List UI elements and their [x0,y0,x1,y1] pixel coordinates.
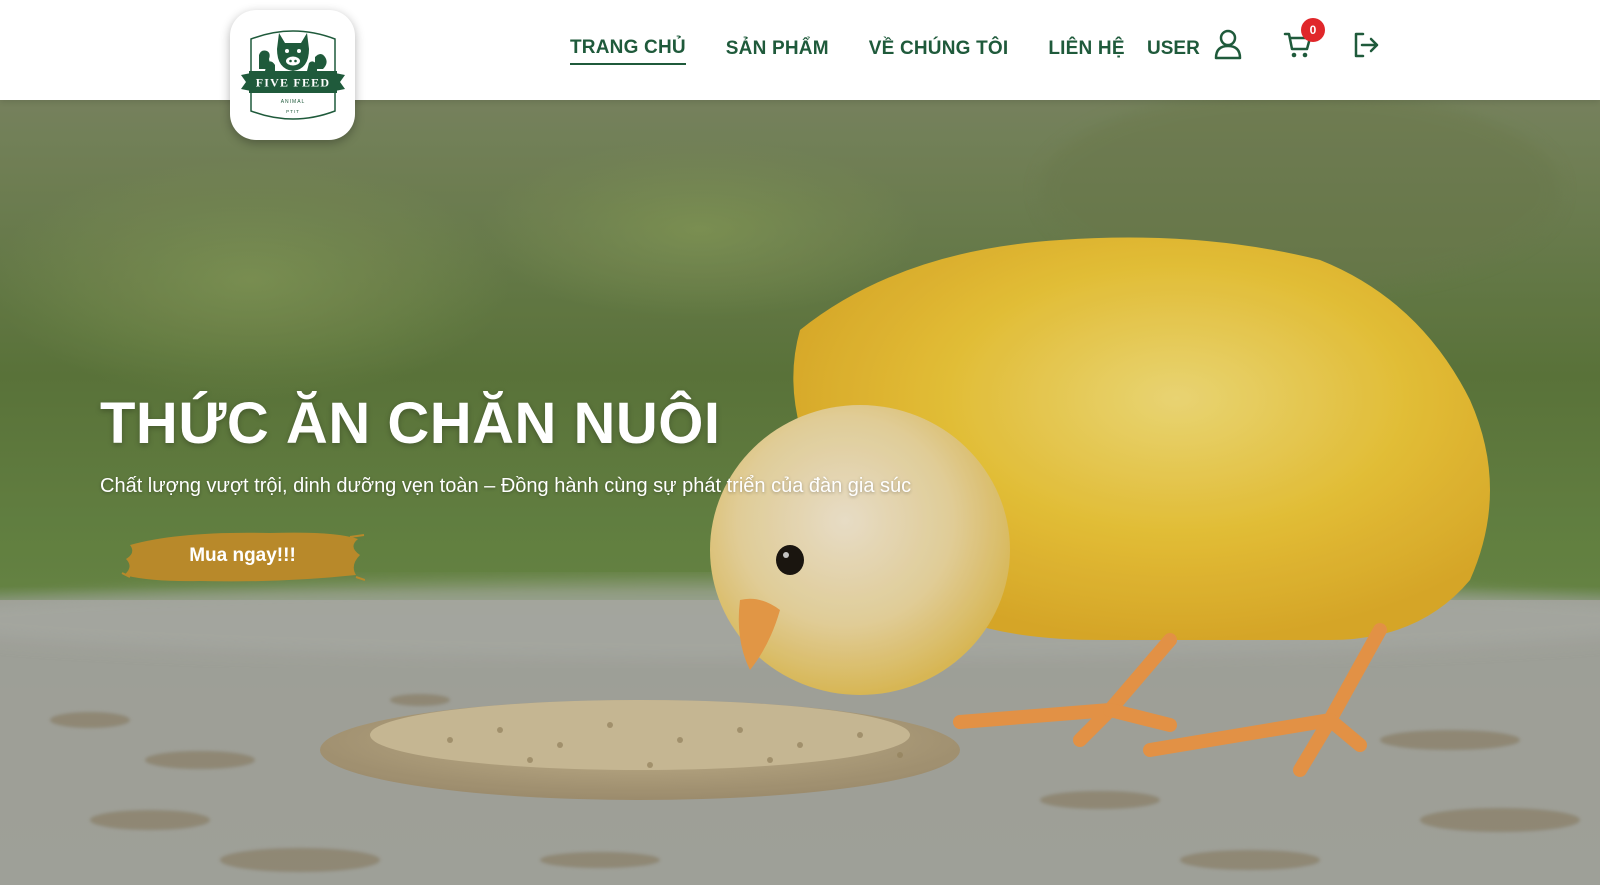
nav-item-home[interactable]: TRANG CHỦ [570,37,686,65]
brand-logo[interactable]: FIVE FEED ANIMAL PTIT [230,10,355,140]
logo-tag: PTIT [286,109,300,114]
logo-text: FIVE FEED [255,76,329,90]
nav-item-about[interactable]: VỀ CHÚNG TÔI [869,38,1009,64]
cart-count-badge: 0 [1301,18,1325,42]
hero-subtitle: Chất lượng vượt trội, dinh dưỡng vẹn toà… [100,475,912,497]
hero-banner: THỨC ĂN CHĂN NUÔI Chất lượng vượt trội, … [0,100,1600,885]
five-feed-logo-icon: FIVE FEED ANIMAL PTIT [240,30,345,120]
user-label[interactable]: USER [1147,38,1200,60]
buy-now-label: Mua ngay!!! [189,545,296,566]
main-nav: TRANG CHỦ SẢN PHẨM VỀ CHÚNG TÔI LIÊN HỆ [570,36,1165,66]
nav-item-products[interactable]: SẢN PHẨM [726,38,829,64]
buy-now-button[interactable]: Mua ngay!!! [120,525,366,587]
nav-item-contact[interactable]: LIÊN HỆ [1048,38,1124,64]
user-icon[interactable] [1213,28,1243,60]
hero-title: THỨC ĂN CHĂN NUÔI [100,391,721,456]
logout-icon[interactable] [1351,30,1381,60]
logo-sub: ANIMAL [280,99,305,105]
